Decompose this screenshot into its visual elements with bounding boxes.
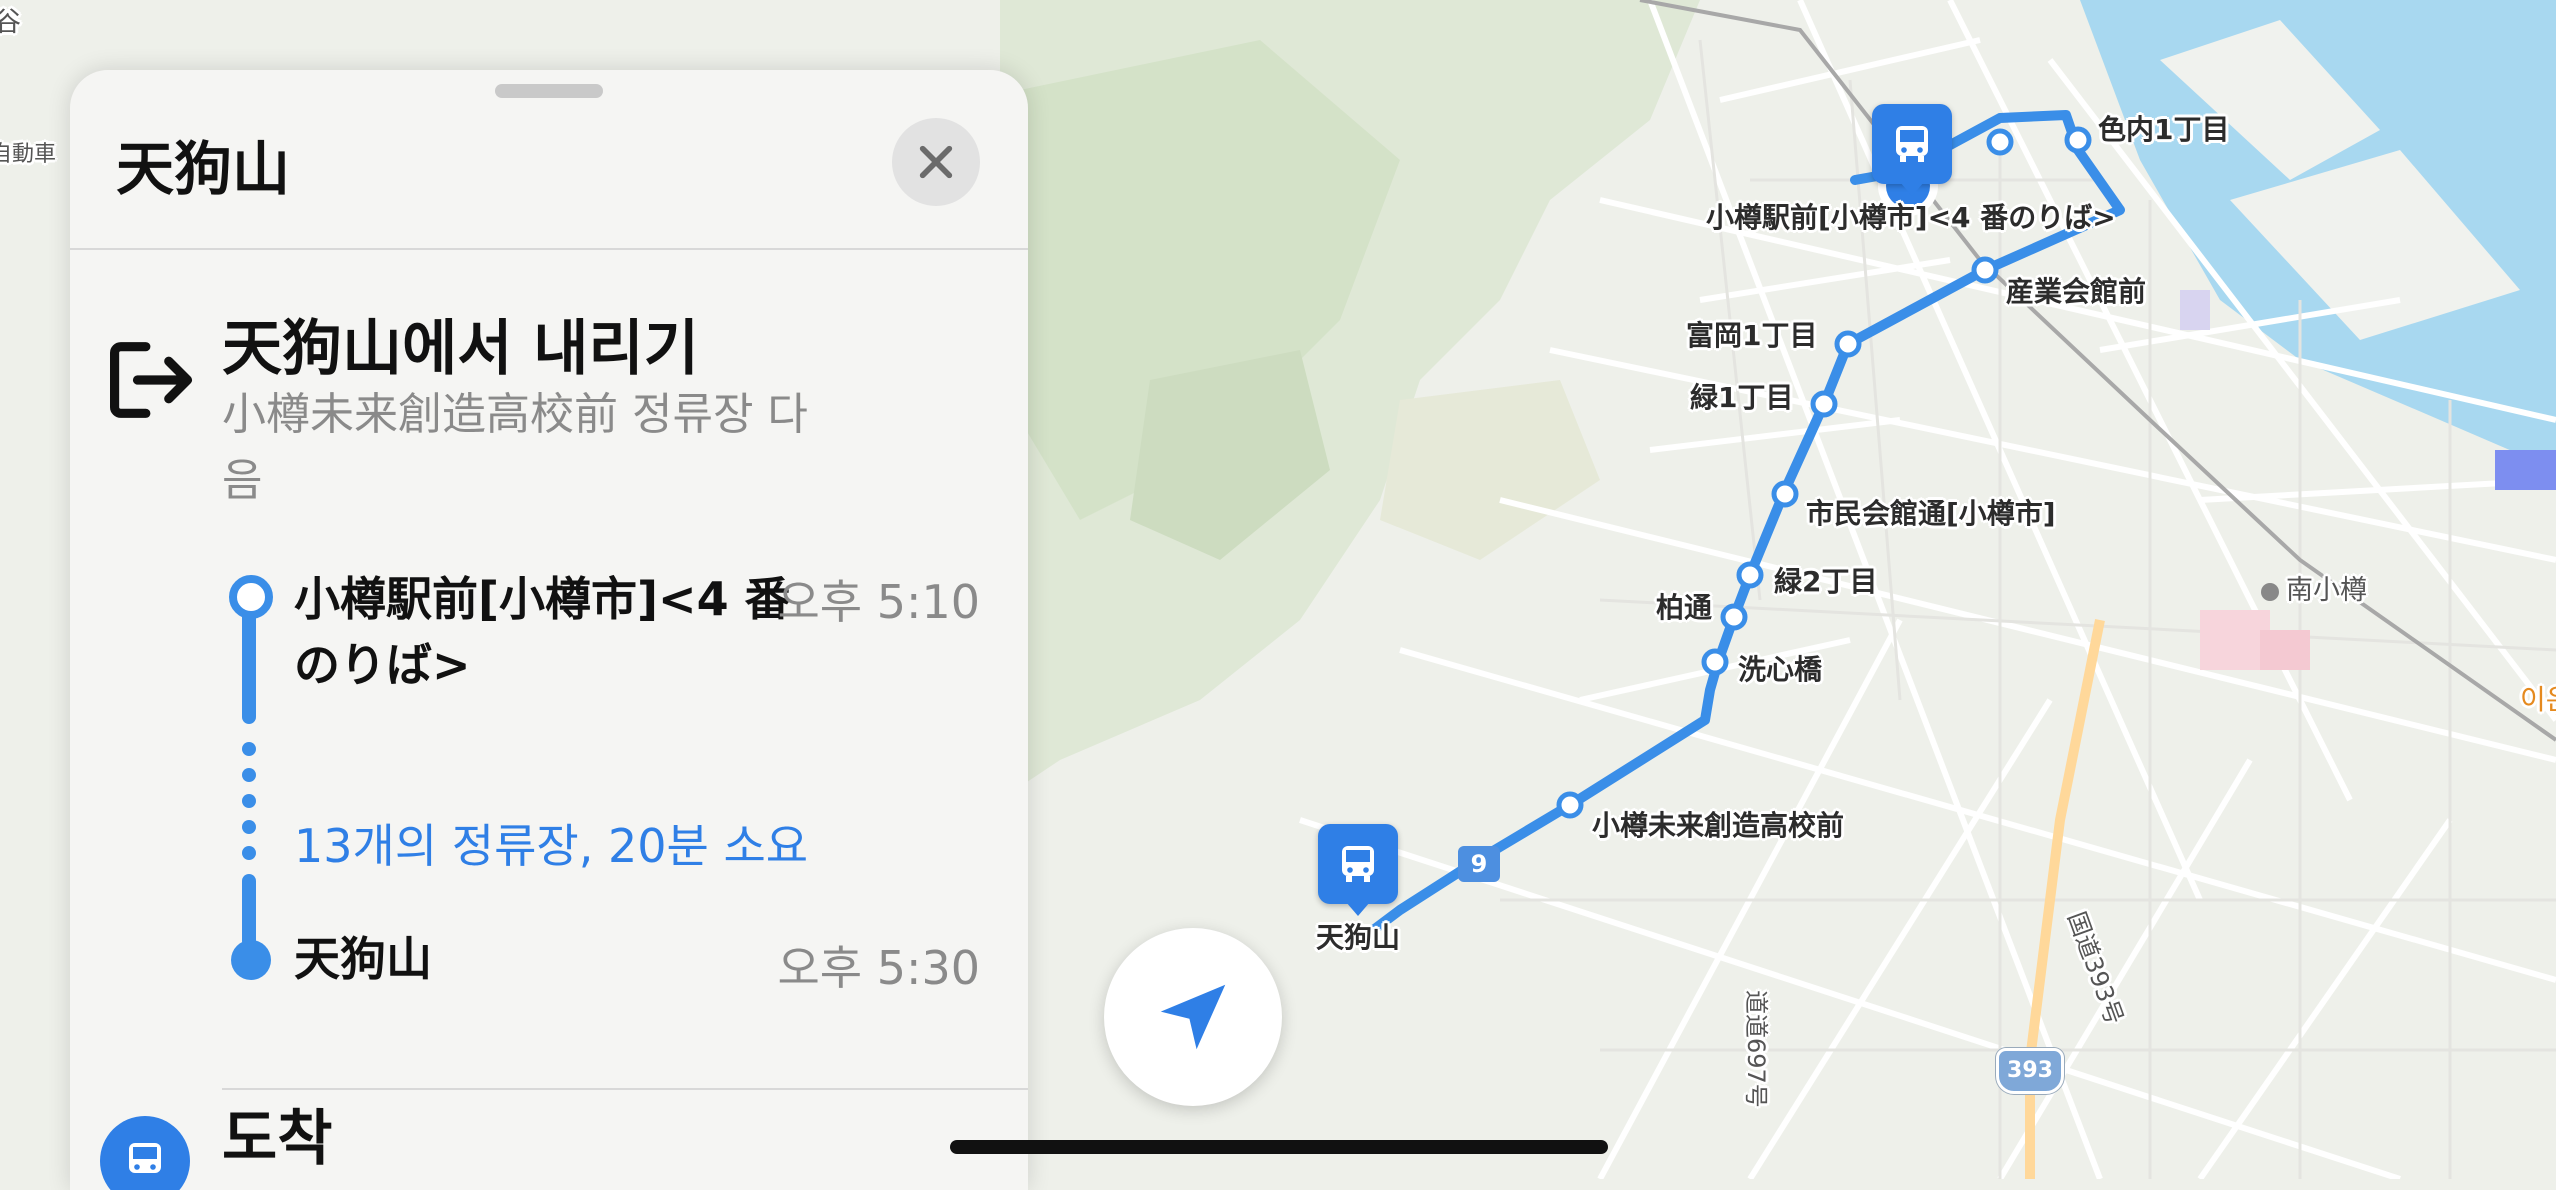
- end-stop-time: 오후 5:30: [777, 941, 980, 995]
- location-arrow-icon: [1160, 984, 1226, 1050]
- timeline-dot: [242, 794, 256, 808]
- map-label-shikinai[interactable]: 色内1丁目: [2098, 108, 2229, 148]
- panel-grabber[interactable]: [495, 84, 603, 98]
- header-divider: [70, 248, 1028, 250]
- section-divider: [222, 1088, 1028, 1090]
- xmark-icon: [919, 145, 953, 179]
- map-label-otaru-station[interactable]: 小樽駅前[小樽市]<4 番のりば>: [1706, 196, 2116, 236]
- stops-summary-link[interactable]: 13개의 정류장, 20분 소요: [294, 810, 808, 876]
- start-stop-marker: [229, 575, 273, 619]
- map-label-left-road: 自動車: [0, 142, 57, 167]
- timeline-dot: [242, 742, 256, 756]
- map-label-midori1[interactable]: 緑1丁目: [1690, 376, 1793, 416]
- panel-title: 天狗山: [116, 135, 291, 203]
- map-label-road-697: 道道697号: [1742, 990, 1770, 1108]
- step-title: 天狗山에서 내리기: [222, 314, 699, 384]
- bus-stop-pin-tengu[interactable]: [1318, 824, 1398, 916]
- map-label-senshin[interactable]: 洗心橋: [1738, 648, 1822, 688]
- highway-shield: 393: [1996, 1048, 2064, 1094]
- timeline-line-bottom: [242, 874, 256, 948]
- home-indicator[interactable]: [950, 1140, 1608, 1154]
- bus-icon: [1896, 126, 1928, 162]
- timeline-dot: [242, 820, 256, 834]
- map-label-right-edge[interactable]: 이온: [2520, 678, 2556, 718]
- bus-icon: [129, 1143, 161, 1173]
- step-subtitle: 小樽未来創造高校前 정류장 다음: [222, 389, 808, 506]
- current-location-button[interactable]: [1104, 928, 1282, 1106]
- map-label-minami-otaru[interactable]: 南小樽: [2286, 568, 2367, 607]
- arrive-title: 도착: [222, 1104, 333, 1174]
- map-label-mirai[interactable]: 小樽未来創造高校前: [1592, 804, 1844, 844]
- directions-panel: 天狗山 天狗山에서 내리기 小樽未来創造高校前 정류장 다음 小樽駅前[小樽市]…: [70, 70, 1028, 1190]
- timeline-dot: [242, 846, 256, 860]
- timeline-dot: [242, 768, 256, 782]
- map-label-tomioka[interactable]: 富岡1丁目: [1686, 314, 1817, 354]
- bus-stop-pin-otaru[interactable]: [1872, 104, 1952, 196]
- map-label-tengu[interactable]: 天狗山: [1316, 916, 1400, 956]
- map-label-shimin[interactable]: 市民会館通[小樽市]: [1806, 492, 2056, 532]
- route-number-badge: 9: [1458, 846, 1500, 882]
- start-stop-time: 오후 5:10: [777, 575, 980, 629]
- start-stop-name: 小樽駅前[小樽市]<4 番のりば>: [294, 572, 791, 692]
- map-label-left-top: 谷: [0, 7, 21, 38]
- bus-icon: [1342, 846, 1374, 882]
- end-stop-marker: [231, 940, 271, 980]
- exit-arrow-icon: [110, 342, 193, 418]
- end-stop-name: 天狗山: [294, 932, 432, 986]
- map-label-midori2[interactable]: 緑2丁目: [1774, 560, 1877, 600]
- map-label-sangyo[interactable]: 産業会館前: [2006, 270, 2146, 310]
- close-button[interactable]: [892, 118, 980, 206]
- map-label-kashiwa[interactable]: 柏通: [1656, 586, 1712, 626]
